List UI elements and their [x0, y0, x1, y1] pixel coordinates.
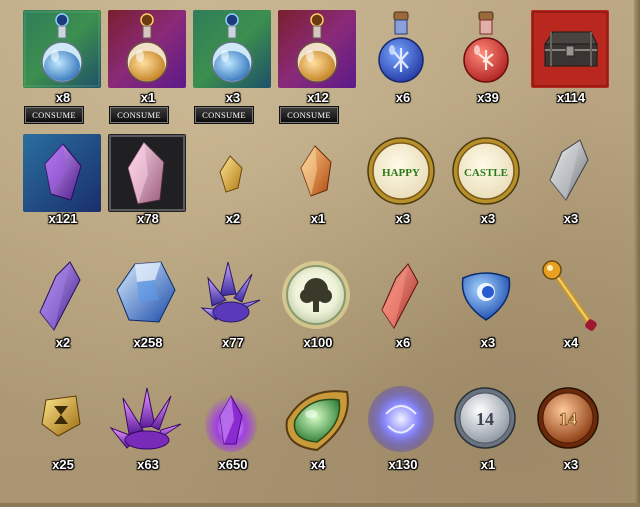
inventory-item[interactable]: x114	[524, 10, 610, 110]
purple-crystal-framed-icon	[23, 134, 101, 212]
crystal-cluster-icon	[198, 260, 264, 328]
bronze-coin-number: 14	[559, 409, 577, 429]
gold-hourglass-badge-icon	[40, 394, 82, 438]
inventory-item[interactable]: x78	[101, 134, 187, 229]
item-count: x63	[137, 457, 159, 472]
item-count: x25	[52, 457, 74, 472]
silver-shard-icon	[546, 138, 592, 202]
happy-coin-icon: HAPPY	[366, 136, 436, 206]
item-count: x130	[388, 457, 418, 472]
item-count: x2	[55, 335, 71, 350]
pink-crystal-framed-icon	[108, 134, 186, 212]
green-gem-amulet-icon	[277, 384, 355, 454]
consume-button[interactable]: CONSUME	[280, 107, 338, 123]
item-count: x3	[225, 90, 241, 105]
item-count: x258	[133, 335, 163, 350]
item-count: x3	[563, 457, 579, 472]
castle-coin-icon: CASTLE	[451, 136, 521, 206]
blue-emblem-icon	[457, 268, 515, 322]
red-rune-flask-icon	[461, 10, 511, 86]
inventory-item[interactable]: x39	[441, 10, 527, 110]
item-count: x39	[477, 90, 499, 105]
red-crystal-icon	[378, 262, 422, 330]
castle-coin-label: CASTLE	[464, 167, 508, 179]
consume-button[interactable]: CONSUME	[195, 107, 253, 123]
blue-potion-framed-icon	[23, 10, 101, 88]
scepter-icon	[536, 258, 602, 334]
inventory-item[interactable]: x130	[356, 382, 442, 477]
purple-crystal-cluster-icon	[109, 386, 183, 452]
item-count: x12	[307, 90, 329, 105]
inventory-item[interactable]: x6	[356, 258, 442, 353]
inventory-item[interactable]: 14 x3	[524, 382, 610, 477]
inventory-item[interactable]: 14 x1	[441, 382, 527, 477]
item-count: x3	[395, 211, 411, 226]
inventory-item[interactable]: x258	[101, 258, 187, 353]
inventory-item[interactable]: x4	[271, 382, 357, 477]
inventory-item[interactable]: x8 CONSUME	[16, 10, 102, 125]
item-count: x3	[480, 335, 496, 350]
purple-flame-crystal-icon	[204, 386, 258, 454]
inventory-item[interactable]: x3 CONSUME	[186, 10, 272, 125]
inventory-item[interactable]: x2	[16, 258, 102, 353]
item-count: x6	[395, 90, 411, 105]
inventory-item[interactable]: x3	[524, 134, 610, 229]
treasure-chest-icon	[531, 10, 609, 88]
inventory-item[interactable]: x1	[271, 134, 357, 229]
inventory-item[interactable]: x6	[356, 10, 442, 110]
inventory-item[interactable]: x3	[441, 258, 527, 353]
item-count: x121	[48, 211, 78, 226]
blue-energy-orb-icon	[366, 384, 436, 454]
panel-edge	[634, 0, 640, 507]
orange-potion-framed-icon	[278, 10, 356, 88]
inventory-item[interactable]: x25	[16, 382, 102, 477]
consume-button[interactable]: CONSUME	[25, 107, 83, 123]
bronze-coin-14-icon: 14	[536, 386, 600, 450]
item-count: x4	[310, 457, 326, 472]
glowing-orb-icon	[281, 260, 351, 330]
inventory-item[interactable]: HAPPY x3	[356, 134, 442, 229]
inventory-item[interactable]: x12 CONSUME	[271, 10, 357, 125]
consume-button[interactable]: CONSUME	[110, 107, 168, 123]
item-count: x1	[480, 457, 496, 472]
item-count: x3	[480, 211, 496, 226]
item-count: x77	[222, 335, 244, 350]
item-count: x1	[140, 90, 156, 105]
happy-coin-label: HAPPY	[382, 167, 420, 179]
item-count: x6	[395, 335, 411, 350]
inventory-item[interactable]: x63	[101, 382, 187, 477]
inventory-item[interactable]: CASTLE x3	[441, 134, 527, 229]
inventory-item[interactable]: x121	[16, 134, 102, 229]
item-count: x100	[303, 335, 333, 350]
item-count: x650	[218, 457, 248, 472]
blue-rune-flask-icon	[376, 10, 426, 86]
violet-crystal-icon	[36, 260, 84, 332]
silver-coin-14-icon: 14	[453, 386, 517, 450]
item-count: x78	[137, 211, 159, 226]
item-count: x1	[310, 211, 326, 226]
orange-potion-framed-icon	[108, 10, 186, 88]
item-count: x8	[55, 90, 71, 105]
inventory-item[interactable]: x2	[186, 134, 272, 229]
panel-bottom-edge	[0, 503, 640, 507]
amber-shard-icon	[297, 144, 335, 198]
inventory-item[interactable]: x100	[271, 258, 357, 353]
gold-shard-icon	[216, 154, 246, 194]
blue-gem-icon	[115, 260, 177, 326]
blue-potion-framed-icon	[193, 10, 271, 88]
inventory-item[interactable]: x77	[186, 258, 272, 353]
item-count: x2	[225, 211, 241, 226]
inventory-item[interactable]: x4	[524, 258, 610, 353]
silver-coin-number: 14	[476, 409, 494, 429]
item-count: x3	[563, 211, 579, 226]
inventory-item[interactable]: x650	[186, 382, 272, 477]
item-count: x114	[556, 90, 586, 105]
inventory-item[interactable]: x1 CONSUME	[101, 10, 187, 125]
item-count: x4	[563, 335, 579, 350]
